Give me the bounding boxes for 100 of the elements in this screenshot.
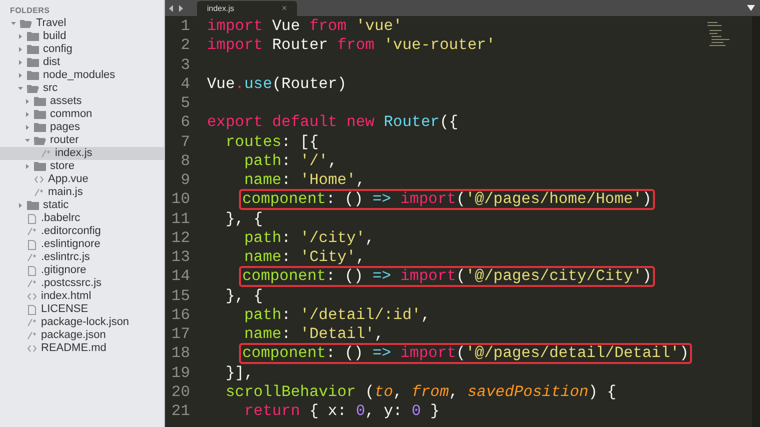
code-line: path: '/',	[243, 150, 338, 172]
close-button[interactable]: ×	[282, 4, 287, 13]
line-number: 21	[170, 401, 190, 422]
tree-item[interactable]: pages	[0, 121, 164, 134]
tree-item[interactable]: common	[0, 108, 164, 121]
caret-down-icon[interactable]	[10, 21, 16, 26]
line-number: 17	[170, 324, 190, 345]
tree-item[interactable]: node_modules	[0, 69, 164, 82]
line-number: 20	[170, 382, 190, 403]
caret-right-icon[interactable]	[18, 203, 22, 208]
tree-item-label: LICENSE	[41, 303, 88, 316]
tree-item[interactable]: .eslintrc.js	[0, 251, 164, 264]
line-number: 18	[170, 343, 190, 364]
tree-item[interactable]: .eslintignore	[0, 238, 164, 251]
tree-item[interactable]: .babelrc	[0, 212, 164, 225]
folder-icon	[34, 110, 46, 119]
folder-icon	[27, 201, 39, 210]
tree-item-label: static	[43, 199, 69, 212]
caret-right-icon[interactable]	[18, 60, 22, 65]
tree-item-label: pages	[50, 121, 80, 134]
line-number: 5	[180, 93, 190, 114]
tree-item-label: store	[50, 160, 74, 173]
code-file-icon	[27, 331, 37, 340]
tree-item-label: common	[50, 108, 92, 121]
tree-item-label: .eslintignore	[41, 238, 100, 251]
navigation-arrows-icon[interactable]	[169, 5, 183, 12]
tree-item[interactable]: App.vue	[0, 173, 164, 186]
tree-item[interactable]: LICENSE	[0, 303, 164, 316]
tree-item-label: README.md	[41, 342, 106, 355]
tree-item-label: src	[43, 82, 58, 95]
tree-item[interactable]: README.md	[0, 342, 164, 355]
tree-item-label: main.js	[48, 186, 83, 199]
scrollbar[interactable]	[752, 16, 760, 427]
tree-item-label: package.json	[41, 329, 106, 342]
caret-right-icon[interactable]	[18, 73, 22, 78]
caret-down-icon[interactable]	[24, 138, 30, 143]
code-line: name: 'Detail',	[243, 324, 385, 346]
tree-item-label: .editorconfig	[41, 225, 101, 238]
tree-item[interactable]: index.js	[0, 147, 164, 160]
tree-item-label: index.html	[41, 290, 92, 303]
line-number: 14	[170, 266, 190, 288]
folder-icon	[27, 71, 39, 80]
tree-item[interactable]: index.html	[0, 290, 164, 303]
tree-item-label: config	[43, 43, 72, 56]
markup-file-icon	[27, 344, 37, 353]
code-line: name: 'City',	[243, 247, 366, 268]
caret-right-icon[interactable]	[18, 34, 22, 39]
tree-item-label: package-lock.json	[41, 316, 130, 329]
code-line: }],	[224, 362, 255, 384]
tree-item[interactable]: src	[0, 82, 164, 95]
file-icon	[27, 214, 37, 224]
folder-icon	[27, 32, 39, 41]
code-line: scrollBehavior (to, from, savedPosition) {	[224, 382, 618, 403]
code-file-icon	[41, 149, 51, 158]
file-icon	[27, 266, 37, 276]
code-line: }, {	[224, 208, 264, 230]
folder-icon	[34, 162, 46, 171]
tree-item[interactable]: assets	[0, 95, 164, 108]
dropdown-icon[interactable]	[747, 5, 755, 11]
tree-item[interactable]: router	[0, 134, 164, 147]
code-file-icon	[34, 188, 44, 197]
line-number: 10	[170, 189, 190, 210]
folder-icon	[27, 58, 39, 67]
tree-item[interactable]: .editorconfig	[0, 225, 164, 238]
caret-right-icon[interactable]	[24, 99, 30, 104]
caret-right-icon[interactable]	[18, 47, 22, 52]
caret-right-icon[interactable]	[24, 164, 30, 169]
tree-item-label: build	[43, 30, 66, 43]
tree-item[interactable]: dist	[0, 56, 164, 69]
markup-file-icon	[34, 175, 44, 184]
tree-item-label: node_modules	[43, 69, 116, 82]
line-number: 19	[170, 362, 190, 384]
folder-icon	[34, 97, 46, 106]
folder-icon	[34, 123, 46, 132]
tree-item[interactable]: main.js	[0, 186, 164, 199]
tree-item[interactable]: .gitignore	[0, 264, 164, 277]
tree-item[interactable]: Travel	[0, 17, 164, 30]
tree-item[interactable]: config	[0, 43, 164, 56]
tree-item[interactable]: package.json	[0, 329, 164, 342]
tree-item[interactable]: package-lock.json	[0, 316, 164, 329]
minimap-drawing	[707, 22, 730, 46]
code-line: path: '/detail/:id',	[243, 304, 432, 326]
tree-item[interactable]: store	[0, 160, 164, 173]
tree-item-label: .postcssrc.js	[41, 277, 102, 290]
caret-right-icon[interactable]	[24, 112, 30, 117]
tree-item[interactable]: build	[0, 30, 164, 43]
code-line: routes: [{	[224, 132, 320, 153]
line-number: 6	[180, 112, 190, 134]
tree-item-label: App.vue	[48, 173, 88, 186]
caret-down-icon[interactable]	[18, 86, 22, 91]
file-icon	[27, 304, 37, 314]
line-number: 11	[170, 208, 190, 230]
code-line: Vue.use(Router)	[206, 74, 348, 95]
caret-right-icon[interactable]	[24, 125, 30, 130]
tree-item[interactable]: .postcssrc.js	[0, 277, 164, 290]
open-folder-icon	[20, 19, 32, 28]
line-number: 4	[180, 74, 190, 95]
code-file-icon	[27, 279, 37, 288]
tree-item[interactable]: static	[0, 199, 164, 212]
editor-tab[interactable]: index.js ×	[197, 1, 297, 16]
